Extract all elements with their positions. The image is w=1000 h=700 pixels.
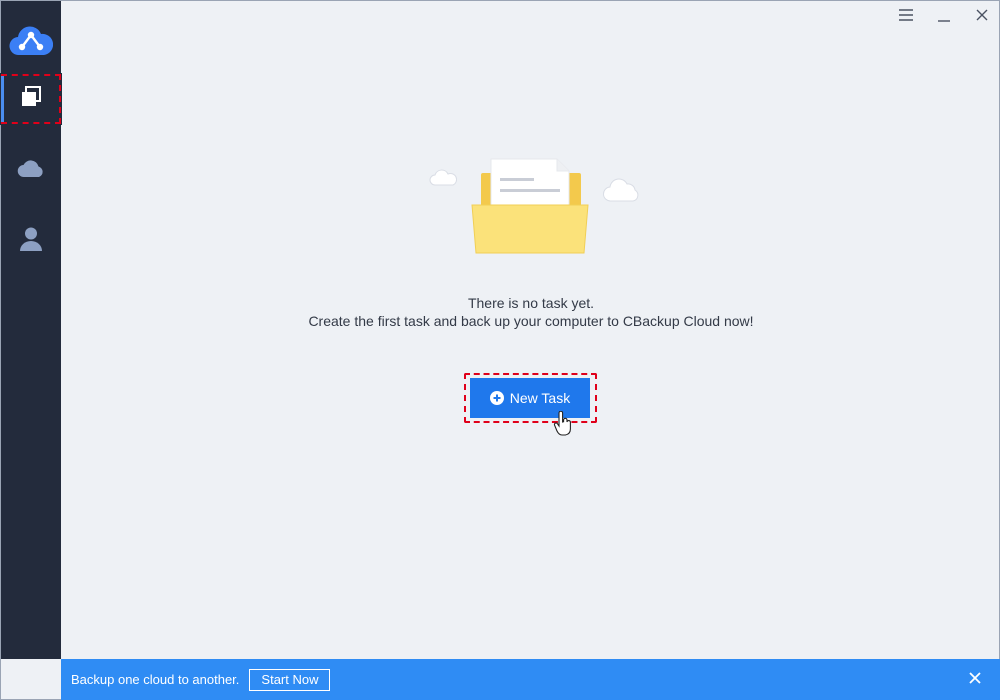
user-icon	[19, 226, 43, 257]
sidebar-item-tasks[interactable]	[0, 73, 62, 125]
new-task-label: New Task	[509, 390, 571, 406]
banner-text: Backup one cloud to another.	[71, 672, 240, 687]
promo-banner: Backup one cloud to another. Start Now	[61, 659, 1000, 700]
minimize-icon	[936, 8, 952, 27]
sidebar	[0, 1, 62, 659]
menu-button[interactable]	[893, 5, 919, 29]
sidebar-item-account[interactable]	[1, 216, 61, 266]
close-icon	[975, 8, 989, 27]
plus-circle-icon	[489, 391, 504, 405]
hamburger-menu-icon	[898, 8, 914, 27]
start-now-button[interactable]: Start Now	[249, 668, 331, 691]
minimize-button[interactable]	[931, 5, 957, 29]
empty-state-description: Create the first task and back up your c…	[308, 313, 754, 329]
close-button[interactable]	[969, 5, 995, 29]
banner-close-button[interactable]	[966, 671, 984, 689]
cloud-icon	[17, 159, 45, 184]
hand-cursor-icon	[553, 410, 573, 437]
folder-with-document-illustration	[421, 151, 651, 263]
empty-state-title: There is no task yet.	[467, 295, 595, 311]
app-window: There is no task yet. Create the first t…	[0, 0, 1000, 700]
close-icon	[969, 671, 981, 689]
cbackup-logo-icon	[9, 23, 54, 59]
tasks-icon	[20, 85, 42, 113]
sidebar-item-cloud[interactable]	[1, 146, 61, 196]
